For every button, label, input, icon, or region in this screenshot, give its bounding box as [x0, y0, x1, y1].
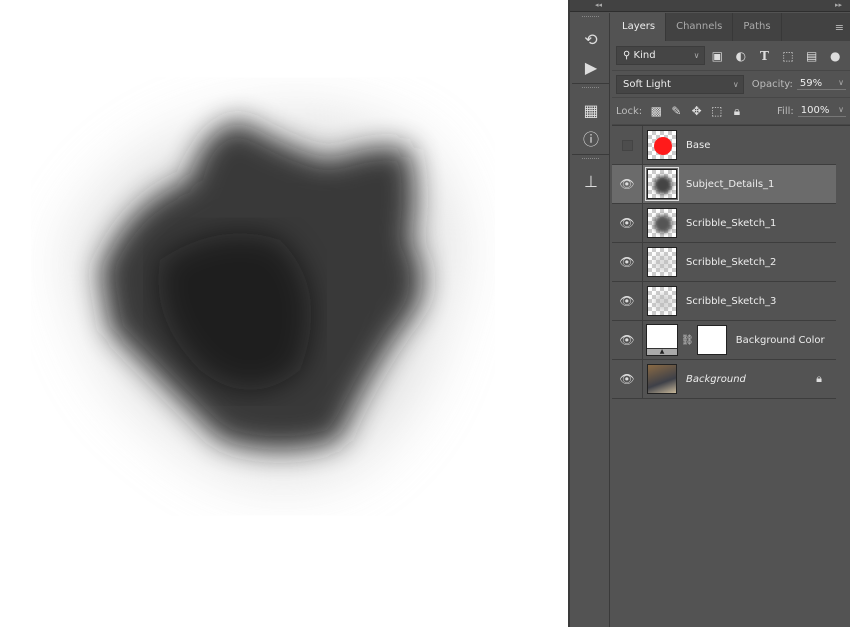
thumb-shape — [654, 137, 672, 155]
eye-icon[interactable]: 👁︎ — [612, 164, 643, 204]
filter-kind-select[interactable]: ⚲ Kind ∨ — [616, 46, 705, 65]
shape-filter-icon[interactable]: ⬚ — [777, 49, 799, 63]
thumb-shape — [654, 176, 672, 194]
lock-image-icon[interactable]: ✎ — [666, 104, 686, 118]
panel-icons-strip: ⟲ ▶ ▦ ⓘ ⊥ — [572, 13, 610, 627]
pixel-filter-icon[interactable]: ▣ — [707, 49, 729, 63]
lock-transparent-icon[interactable]: ▩ — [646, 104, 666, 118]
chevron-down-icon[interactable]: ∨ — [838, 105, 844, 114]
fill-layer-thumbnail: ▲ — [646, 324, 678, 356]
link-icon[interactable]: ⛓ — [681, 335, 694, 346]
panel-menu-icon[interactable]: ≡ — [835, 21, 844, 34]
visibility-toggle[interactable] — [612, 125, 643, 165]
blend-mode-select[interactable]: Soft Light ∨ — [616, 74, 744, 94]
layer-row[interactable]: 👁︎ ▲ ⛓ Background Color — [612, 320, 836, 360]
search-icon: ⚲ — [623, 50, 634, 61]
eye-icon[interactable]: 👁︎ — [612, 320, 643, 360]
lock-icon: 🔒︎ — [816, 372, 822, 385]
layers-list: Base 👁︎ Subject_Details_1 👁︎ Scribble_Sk… — [612, 125, 850, 399]
layer-name: Scribble_Sketch_2 — [686, 256, 777, 268]
chevron-down-icon: ∨ — [732, 79, 739, 89]
layer-row[interactable]: Base — [612, 125, 836, 165]
layer-thumbnail — [647, 208, 677, 238]
history-icon[interactable]: ⟲ — [572, 25, 610, 53]
visibility-off-box[interactable] — [621, 139, 633, 151]
adjustment-filter-icon[interactable]: ◐ — [730, 49, 752, 63]
fill-label: Fill: — [777, 105, 794, 117]
layer-name: Background — [686, 373, 746, 385]
expand-icon[interactable]: ▸▸ — [835, 1, 842, 9]
type-filter-icon[interactable]: T — [754, 49, 776, 63]
layer-row[interactable]: 👁︎ Subject_Details_1 — [612, 164, 836, 204]
layer-name: Subject_Details_1 — [686, 178, 775, 190]
eye-icon[interactable]: 👁︎ — [612, 281, 643, 321]
layer-row[interactable]: 👁︎ Scribble_Sketch_2 — [612, 242, 836, 282]
layer-thumbnail — [647, 247, 677, 277]
thumb-shape — [654, 215, 672, 233]
smart-object-filter-icon[interactable]: ▤ — [801, 49, 823, 63]
layers-panel: Layers Channels Paths ≡ ⚲ Kind ∨ ▣ ◐ T ⬚ … — [612, 13, 850, 627]
layer-thumbnail — [647, 286, 677, 316]
layers-scrollbar[interactable] — [836, 141, 850, 627]
panel-dock: ◂◂ ▸▸ ⟲ ▶ ▦ ⓘ ⊥ Layers Channels Paths ≡ … — [568, 0, 850, 627]
fill-value: 100% — [800, 105, 830, 116]
eye-icon[interactable]: 👁︎ — [612, 242, 643, 282]
properties-icon[interactable]: ▦ — [572, 96, 610, 124]
layer-row[interactable]: 👁︎ Scribble_Sketch_1 — [612, 203, 836, 243]
tab-paths[interactable]: Paths — [733, 13, 782, 41]
layer-mask-thumbnail[interactable] — [696, 325, 727, 355]
layer-name: Base — [686, 139, 711, 151]
filter-toggle-icon[interactable]: ● — [824, 49, 846, 63]
opacity-label: Opacity: — [751, 78, 793, 90]
layer-thumbnail — [645, 167, 679, 201]
chevron-down-icon[interactable]: ∨ — [838, 78, 844, 87]
layer-row[interactable]: 👁︎ Background 🔒︎ — [612, 359, 836, 399]
layer-thumbnail — [647, 130, 677, 160]
fill-icon: ▲ — [647, 348, 677, 355]
layer-name: Scribble_Sketch_3 — [686, 295, 777, 307]
layer-name: Background Color — [735, 334, 825, 346]
collapse-icon[interactable]: ◂◂ — [595, 1, 602, 9]
layer-thumbnail — [647, 364, 677, 394]
document-canvas[interactable] — [0, 0, 568, 627]
grip[interactable] — [582, 87, 599, 93]
clone-source-icon[interactable]: ⊥ — [572, 167, 610, 195]
eye-icon[interactable]: 👁︎ — [612, 359, 643, 399]
grip[interactable] — [582, 16, 599, 22]
layer-name: Scribble_Sketch_1 — [686, 217, 777, 229]
thumb-shape — [654, 293, 672, 311]
chevron-down-icon: ∨ — [693, 51, 700, 60]
lock-artboard-icon[interactable]: ⬚ — [707, 104, 727, 118]
fill-input[interactable]: 100% ∨ — [797, 105, 847, 117]
panel-tabs: Layers Channels Paths ≡ — [612, 13, 850, 41]
opacity-value: 59% — [799, 78, 823, 89]
lock-all-icon[interactable]: 🔒︎ — [727, 104, 747, 119]
sketch-artwork — [70, 114, 456, 480]
lock-label: Lock: — [616, 105, 643, 117]
eye-icon[interactable]: 👁︎ — [612, 203, 643, 243]
layer-row[interactable]: 👁︎ Scribble_Sketch_3 — [612, 281, 836, 321]
blend-mode-value: Soft Light — [623, 78, 671, 90]
dock-topbar: ◂◂ ▸▸ — [570, 0, 850, 12]
opacity-input[interactable]: 59% ∨ — [796, 78, 846, 90]
lock-position-icon[interactable]: ✥ — [687, 104, 707, 118]
filter-kind-label: Kind — [633, 50, 656, 61]
tab-channels[interactable]: Channels — [666, 13, 734, 41]
thumb-shape — [654, 254, 672, 272]
info-icon[interactable]: ⓘ — [572, 124, 610, 152]
play-actions-icon[interactable]: ▶ — [572, 53, 610, 81]
tab-layers[interactable]: Layers — [612, 13, 667, 41]
grip[interactable] — [582, 158, 599, 164]
